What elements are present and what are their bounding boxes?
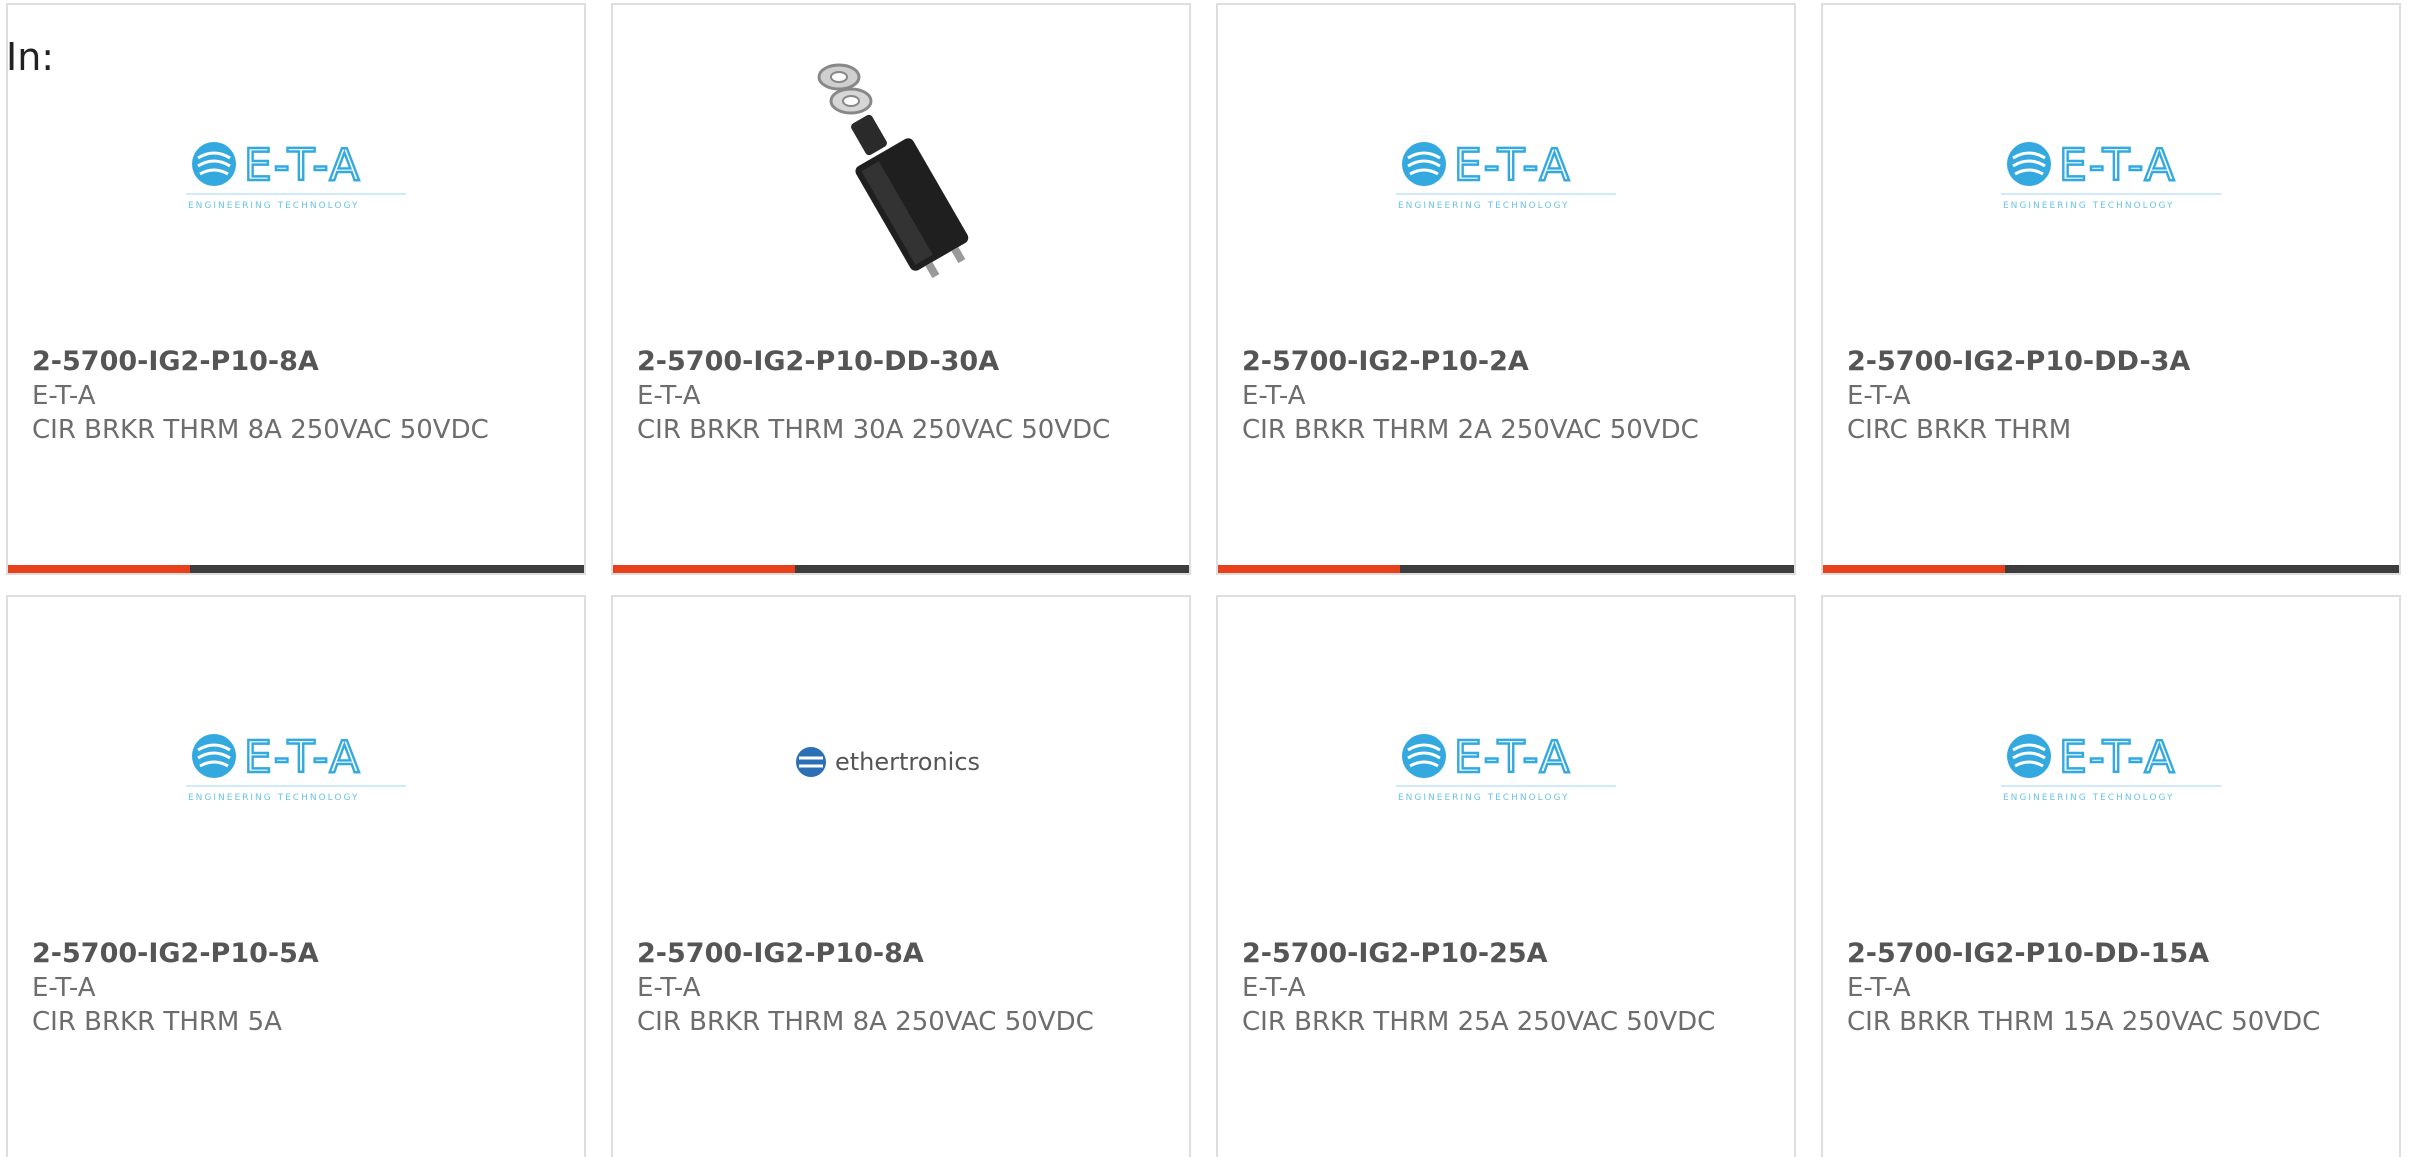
product-image: E-T-A ENGINEERING TECHNOLOGY — [8, 5, 584, 335]
description: CIR BRKR THRM 5A — [32, 1007, 282, 1037]
product-image: E-T-A ENGINEERING TECHNOLOGY — [1823, 5, 2399, 335]
svg-text:ENGINEERING TECHNOLOGY: ENGINEERING TECHNOLOGY — [188, 793, 359, 803]
product-card[interactable]: ethertronics 2-5700-IG2-P10-8A E-T-A CIR… — [611, 595, 1191, 1157]
card-bottom-bar — [1218, 565, 1794, 573]
card-accent-bar — [8, 565, 190, 573]
svg-text:E-T-A: E-T-A — [2059, 732, 2177, 783]
product-card[interactable]: 2-5700-IG2-P10-DD-30A E-T-A CIR BRKR THR… — [611, 3, 1191, 575]
part-number[interactable]: 2-5700-IG2-P10-8A — [637, 937, 1165, 971]
part-number[interactable]: 2-5700-IG2-P10-5A — [32, 937, 560, 971]
manufacturer: E-T-A — [32, 973, 96, 1003]
description: CIR BRKR THRM 25A 250VAC 50VDC — [1242, 1007, 1716, 1037]
description: CIR BRKR THRM 8A 250VAC 50VDC — [637, 1007, 1094, 1037]
svg-text:ethertronics: ethertronics — [835, 748, 980, 776]
svg-text:E-T-A: E-T-A — [1454, 140, 1572, 191]
product-card[interactable]: E-T-A ENGINEERING TECHNOLOGY 2-5700-IG2-… — [1821, 3, 2401, 575]
product-image: E-T-A ENGINEERING TECHNOLOGY — [1218, 5, 1794, 335]
description: CIR BRKR THRM 30A 250VAC 50VDC — [637, 415, 1111, 445]
product-card[interactable]: E-T-A ENGINEERING TECHNOLOGY 2-5700-IG2-… — [6, 595, 586, 1157]
svg-text:E-T-A: E-T-A — [2059, 140, 2177, 191]
svg-text:ENGINEERING TECHNOLOGY: ENGINEERING TECHNOLOGY — [2003, 201, 2174, 211]
description: CIRC BRKR THRM — [1847, 415, 2072, 445]
svg-text:E-T-A: E-T-A — [244, 732, 362, 783]
eta-logo: E-T-A ENGINEERING TECHNOLOGY — [186, 139, 406, 211]
part-number[interactable]: 2-5700-IG2-P10-2A — [1242, 345, 1770, 379]
manufacturer: E-T-A — [32, 381, 96, 411]
manufacturer: E-T-A — [1242, 381, 1306, 411]
description: CIR BRKR THRM 2A 250VAC 50VDC — [1242, 415, 1699, 445]
card-accent-bar — [1218, 565, 1400, 573]
manufacturer: E-T-A — [637, 381, 701, 411]
product-card[interactable]: E-T-A ENGINEERING TECHNOLOGY 2-5700-IG2-… — [1216, 3, 1796, 575]
svg-text:E-T-A: E-T-A — [244, 140, 362, 191]
eta-logo: E-T-A ENGINEERING TECHNOLOGY — [2001, 139, 2221, 211]
product-card[interactable]: E-T-A ENGINEERING TECHNOLOGY 2-5700-IG2-… — [6, 3, 586, 575]
card-accent-bar — [613, 565, 795, 573]
card-bottom-bar — [613, 565, 1189, 573]
product-card[interactable]: E-T-A ENGINEERING TECHNOLOGY 2-5700-IG2-… — [1821, 595, 2401, 1157]
product-grid: E-T-A ENGINEERING TECHNOLOGY 2-5700-IG2-… — [6, 3, 2410, 1157]
product-image: E-T-A ENGINEERING TECHNOLOGY — [8, 597, 584, 927]
product-image: E-T-A ENGINEERING TECHNOLOGY — [1218, 597, 1794, 927]
product-image — [613, 5, 1189, 335]
part-number[interactable]: 2-5700-IG2-P10-8A — [32, 345, 560, 379]
eta-logo: E-T-A ENGINEERING TECHNOLOGY — [1396, 139, 1616, 211]
product-image: ethertronics — [613, 597, 1189, 927]
part-number[interactable]: 2-5700-IG2-P10-25A — [1242, 937, 1770, 971]
part-number[interactable]: 2-5700-IG2-P10-DD-15A — [1847, 937, 2375, 971]
product-image: E-T-A ENGINEERING TECHNOLOGY — [1823, 597, 2399, 927]
manufacturer: E-T-A — [637, 973, 701, 1003]
manufacturer: E-T-A — [1847, 973, 1911, 1003]
part-number[interactable]: 2-5700-IG2-P10-DD-30A — [637, 345, 1165, 379]
part-number[interactable]: 2-5700-IG2-P10-DD-3A — [1847, 345, 2375, 379]
description: CIR BRKR THRM 15A 250VAC 50VDC — [1847, 1007, 2321, 1037]
description: CIR BRKR THRM 8A 250VAC 50VDC — [32, 415, 489, 445]
eta-logo: E-T-A ENGINEERING TECHNOLOGY — [186, 731, 406, 803]
eta-logo: E-T-A ENGINEERING TECHNOLOGY — [2001, 731, 2221, 803]
circuit-breaker-photo — [801, 55, 1001, 285]
manufacturer: E-T-A — [1242, 973, 1306, 1003]
product-card[interactable]: E-T-A ENGINEERING TECHNOLOGY 2-5700-IG2-… — [1216, 595, 1796, 1157]
card-bottom-bar — [8, 565, 584, 573]
svg-text:ENGINEERING TECHNOLOGY: ENGINEERING TECHNOLOGY — [188, 201, 359, 211]
svg-text:ENGINEERING TECHNOLOGY: ENGINEERING TECHNOLOGY — [1398, 201, 1569, 211]
svg-text:E-T-A: E-T-A — [1454, 732, 1572, 783]
in-label: In: — [6, 35, 55, 79]
card-accent-bar — [1823, 565, 2005, 573]
manufacturer: E-T-A — [1847, 381, 1911, 411]
card-bottom-bar — [1823, 565, 2399, 573]
ethertronics-logo: ethertronics — [796, 747, 980, 777]
svg-text:ENGINEERING TECHNOLOGY: ENGINEERING TECHNOLOGY — [1398, 793, 1569, 803]
svg-text:ENGINEERING TECHNOLOGY: ENGINEERING TECHNOLOGY — [2003, 793, 2174, 803]
eta-logo: E-T-A ENGINEERING TECHNOLOGY — [1396, 731, 1616, 803]
